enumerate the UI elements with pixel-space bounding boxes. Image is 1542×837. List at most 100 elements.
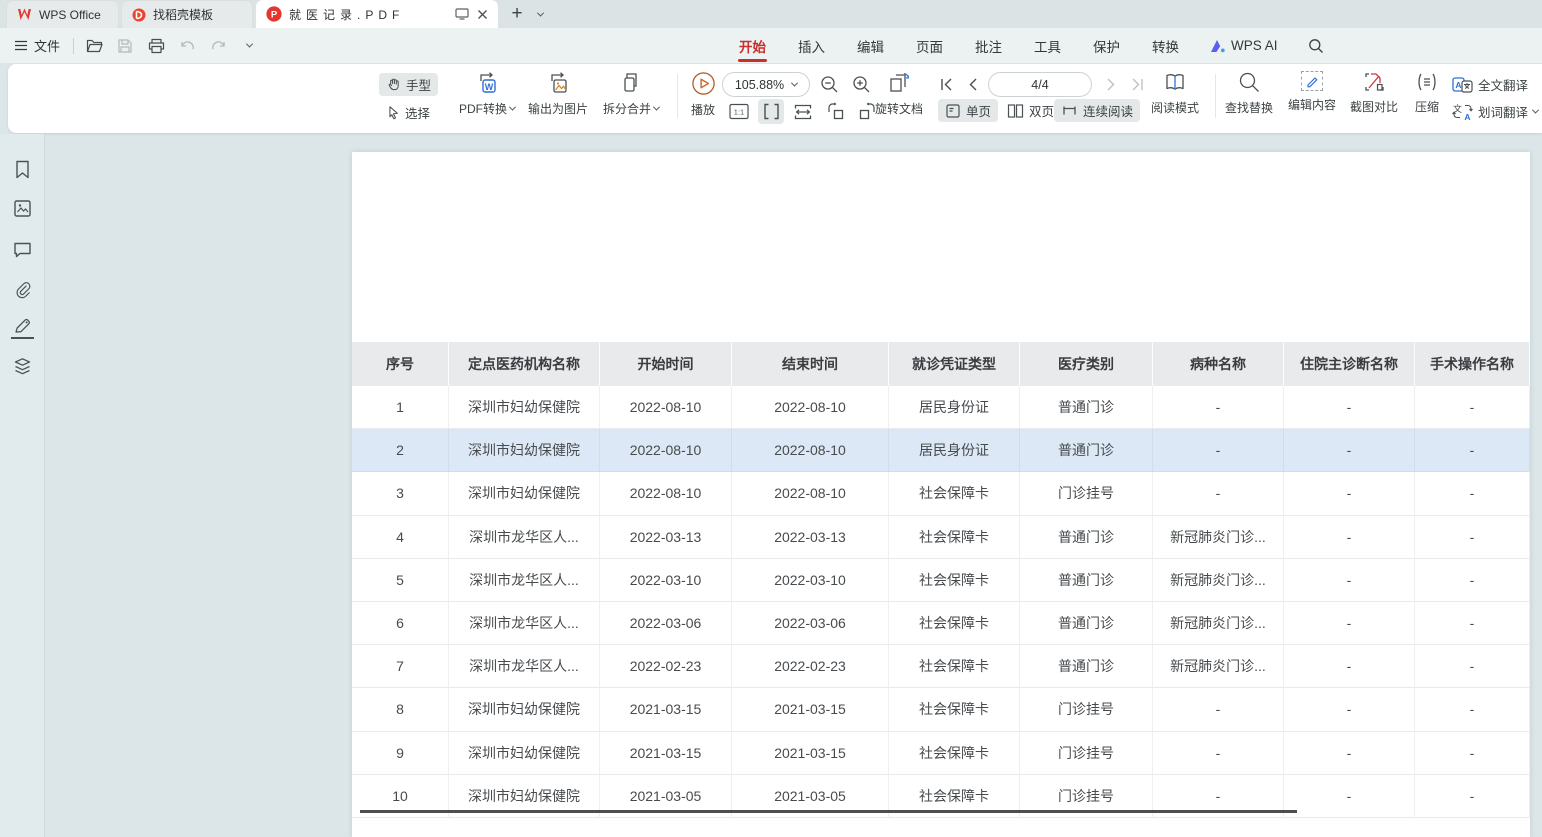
table-cell: 3 — [352, 472, 449, 515]
table-row[interactable]: 5深圳市龙华区人...2022-03-102022-03-10社会保障卡普通门诊… — [352, 559, 1530, 602]
table-cell: 社会保障卡 — [889, 516, 1020, 559]
tab-list-dropdown[interactable] — [528, 2, 552, 26]
previous-page-button[interactable] — [959, 72, 985, 97]
select-tool-label: 选择 — [405, 103, 430, 122]
actual-size-button[interactable]: 1:1 — [726, 99, 752, 124]
tab-docer-templates[interactable]: 找稻壳模板 — [121, 0, 253, 28]
menu-tab-page[interactable]: 页面 — [915, 28, 944, 64]
menu-tab-wps-ai[interactable]: WPS AI — [1210, 38, 1278, 53]
table-row[interactable]: 6深圳市龙华区人...2022-03-062022-03-06社会保障卡普通门诊… — [352, 602, 1530, 645]
menu-search-icon[interactable] — [1308, 38, 1324, 54]
table-cell: 深圳市妇幼保健院 — [449, 429, 600, 472]
table-row[interactable]: 2深圳市妇幼保健院2022-08-102022-08-10居民身份证普通门诊--… — [352, 429, 1530, 472]
table-cell: - — [1415, 516, 1530, 559]
find-replace-label: 查找替换 — [1225, 99, 1273, 116]
layers-icon[interactable] — [12, 356, 33, 377]
table-row[interactable]: 3深圳市妇幼保健院2022-08-102022-08-10社会保障卡门诊挂号--… — [352, 472, 1530, 515]
table-cell: - — [1153, 688, 1284, 731]
table-cell: 社会保障卡 — [889, 645, 1020, 688]
read-mode-button[interactable]: 阅读模式 — [1146, 71, 1204, 116]
tab-label: WPS Office — [39, 8, 101, 22]
menu-tab-start[interactable]: 开始 — [738, 28, 767, 64]
rotate-document-button[interactable]: 旋转文档 — [866, 71, 932, 117]
divider — [73, 38, 74, 54]
table-cell: - — [1284, 645, 1415, 688]
titlebar: WPS Office 找稻壳模板 P 就医记录.PDF + — [0, 0, 1542, 28]
table-cell: - — [1415, 645, 1530, 688]
table-cell: 普通门诊 — [1020, 516, 1153, 559]
chevron-down-icon — [791, 80, 798, 87]
menu-tab-insert[interactable]: 插入 — [797, 28, 826, 64]
table-row[interactable]: 9深圳市妇幼保健院2021-03-152021-03-15社会保障卡门诊挂号--… — [352, 732, 1530, 775]
menu-tab-annotate[interactable]: 批注 — [974, 28, 1003, 64]
next-page-icon — [1105, 77, 1118, 92]
tab-document[interactable]: P 就医记录.PDF — [256, 0, 498, 28]
table-row[interactable]: 7深圳市龙华区人...2022-02-232022-02-23社会保障卡普通门诊… — [352, 645, 1530, 688]
compress-label: 压缩 — [1415, 98, 1439, 115]
table-header-row: 序号定点医药机构名称开始时间结束时间就诊凭证类型医疗类别病种名称住院主诊断名称手… — [352, 342, 1530, 386]
close-tab-icon[interactable] — [477, 9, 488, 20]
menu-tab-convert[interactable]: 转换 — [1151, 28, 1180, 64]
monitor-icon[interactable] — [455, 8, 469, 20]
redo-button[interactable] — [207, 35, 229, 57]
table-cell: 新冠肺炎门诊... — [1153, 645, 1284, 688]
continuous-read-icon — [1061, 103, 1078, 118]
menu-tab-tools[interactable]: 工具 — [1033, 28, 1062, 64]
tab-wps-home[interactable]: WPS Office — [6, 0, 119, 28]
pdf-convert-button[interactable]: W PDF转换 — [451, 71, 523, 117]
table-row[interactable]: 1深圳市妇幼保健院2022-08-102022-08-10居民身份证普通门诊--… — [352, 386, 1530, 429]
table-cell: 2022-03-13 — [732, 516, 889, 559]
split-merge-button[interactable]: 拆分合并 — [593, 71, 669, 117]
table-cell: - — [1284, 516, 1415, 559]
table-row[interactable]: 4深圳市龙华区人...2022-03-132022-03-13社会保障卡普通门诊… — [352, 516, 1530, 559]
first-page-button[interactable] — [933, 72, 959, 97]
attachment-icon[interactable] — [12, 279, 33, 300]
table-cell: 普通门诊 — [1020, 645, 1153, 688]
continuous-read-button[interactable]: 连续阅读 — [1054, 99, 1140, 122]
table-bottom-scrollbar[interactable] — [360, 810, 1297, 813]
quickbar-more-dropdown[interactable] — [238, 35, 260, 57]
bookmark-icon[interactable] — [12, 159, 33, 180]
compress-button[interactable]: 压缩 — [1406, 71, 1448, 115]
table-row[interactable]: 8深圳市妇幼保健院2021-03-152021-03-15社会保障卡门诊挂号--… — [352, 688, 1530, 731]
rotate-left-button[interactable] — [822, 99, 848, 124]
export-image-button[interactable]: 输出为图片 — [521, 71, 595, 117]
hand-tool-button[interactable]: 手型 — [379, 73, 438, 96]
full-translate-label: 全文翻译 — [1478, 75, 1528, 94]
play-button[interactable]: 播放 — [680, 71, 726, 118]
file-menu-button[interactable]: 文件 — [10, 33, 64, 58]
table-cell: 2022-08-10 — [600, 472, 732, 515]
print-button[interactable] — [145, 35, 167, 57]
table-cell: - — [1284, 429, 1415, 472]
page-number-input[interactable]: 4/4 — [988, 72, 1092, 97]
signature-pen-icon[interactable] — [12, 317, 33, 338]
next-page-button[interactable] — [1098, 72, 1124, 97]
fit-width-icon — [793, 103, 813, 121]
menu-tab-edit[interactable]: 编辑 — [856, 28, 885, 64]
find-replace-button[interactable]: 查找替换 — [1218, 71, 1280, 116]
undo-button[interactable] — [176, 35, 198, 57]
table-cell: 2022-02-23 — [600, 645, 732, 688]
save-button[interactable] — [114, 35, 136, 57]
svg-text:1:1: 1:1 — [734, 108, 744, 117]
zoom-level-select[interactable]: 105.88% — [722, 72, 810, 97]
full-translate-button[interactable]: A 全文翻译 — [1452, 75, 1528, 94]
menu-tab-protect[interactable]: 保护 — [1092, 28, 1121, 64]
word-translate-button[interactable]: 文 A 划词翻译 — [1452, 102, 1538, 121]
fit-page-button[interactable] — [758, 99, 784, 124]
select-tool-button[interactable]: 选择 — [379, 101, 437, 124]
table-cell: 2022-08-10 — [732, 472, 889, 515]
zoom-out-button[interactable] — [816, 72, 842, 97]
single-page-icon — [945, 103, 961, 119]
fit-width-button[interactable] — [790, 99, 816, 124]
thumbnail-icon[interactable] — [12, 198, 33, 219]
screenshot-compare-button[interactable]: 截图对比 — [1344, 71, 1404, 115]
comment-icon[interactable] — [12, 239, 33, 260]
divider — [1215, 74, 1216, 118]
edit-content-button[interactable]: 编辑内容 — [1282, 71, 1342, 113]
split-merge-label: 拆分合并 — [603, 100, 651, 117]
open-file-button[interactable] — [83, 35, 105, 57]
new-tab-button[interactable]: + — [505, 2, 529, 26]
table-cell: 深圳市妇幼保健院 — [449, 472, 600, 515]
single-page-button[interactable]: 单页 — [938, 99, 998, 122]
